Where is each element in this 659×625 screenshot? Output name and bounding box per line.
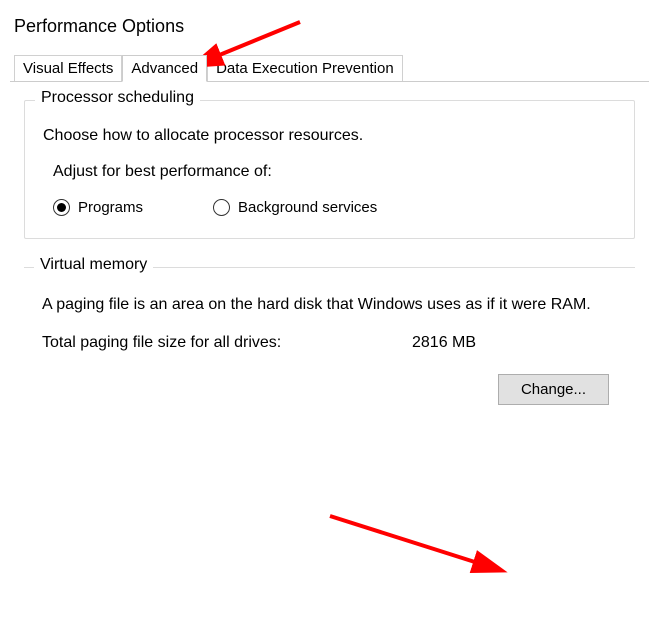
group-processor-scheduling: Processor scheduling Choose how to alloc… [24, 100, 635, 239]
radio-programs[interactable]: Programs [53, 199, 143, 216]
tab-panel-advanced: Processor scheduling Choose how to alloc… [10, 82, 649, 447]
tab-row: Visual Effects Advanced Data Execution P… [10, 55, 649, 82]
radio-background-label: Background services [238, 199, 377, 216]
adjust-label: Adjust for best performance of: [53, 163, 616, 181]
radio-selected-icon [53, 199, 70, 216]
tab-visual-effects[interactable]: Visual Effects [14, 55, 122, 81]
radio-programs-label: Programs [78, 199, 143, 216]
virtual-memory-description: A paging file is an area on the hard dis… [42, 294, 617, 316]
group-label-processor: Processor scheduling [35, 89, 200, 107]
group-virtual-memory: Virtual memory A paging file is an area … [24, 267, 635, 409]
group-label-virtual-memory: Virtual memory [34, 256, 153, 274]
total-paging-value: 2816 MB [412, 334, 617, 352]
arrow-to-change-button [330, 516, 500, 570]
tab-advanced[interactable]: Advanced [122, 55, 207, 82]
radio-unselected-icon [213, 199, 230, 216]
change-button[interactable]: Change... [498, 374, 609, 405]
total-paging-label: Total paging file size for all drives: [42, 334, 412, 352]
window-title: Performance Options [14, 16, 645, 37]
processor-description: Choose how to allocate processor resourc… [43, 127, 616, 145]
radio-background-services[interactable]: Background services [213, 199, 377, 216]
tab-dep[interactable]: Data Execution Prevention [207, 55, 403, 81]
